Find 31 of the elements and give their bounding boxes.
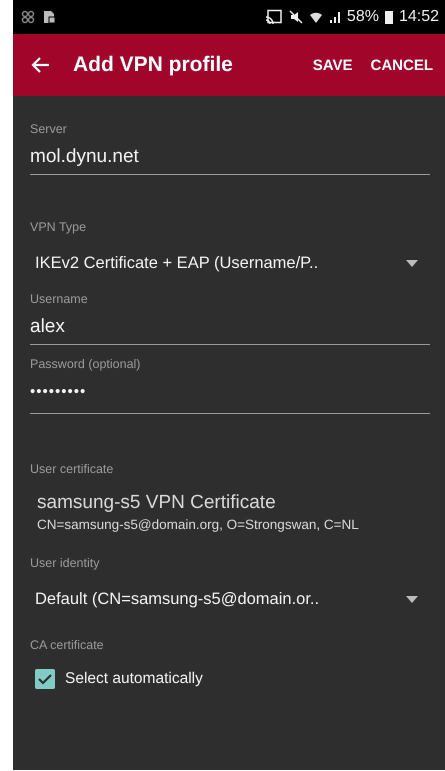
battery-icon [384,10,393,24]
notification-icon [21,10,35,24]
field-label: Password (optional) [30,357,142,373]
field-label: CA certificate [30,638,105,654]
input-field[interactable]: alex [30,310,430,345]
input-field[interactable]: ••••••••• [30,375,430,414]
back-arrow-icon[interactable] [31,55,51,75]
field-label: VPN Type [30,220,88,236]
field-label: Server [30,122,68,138]
field-label: Username [30,292,89,308]
dropdown[interactable]: IKEv2 Certificate + EAP (Username/P.. [30,238,430,288]
dropdown-caret-icon [406,596,418,602]
battery-percent: 58% [346,8,379,26]
field-label: User identity [30,556,100,572]
wifi-icon [308,10,323,24]
action-button[interactable]: SAVE [306,50,358,80]
clock: 14:52 [398,8,439,26]
mute-icon [288,10,303,24]
field-label: User certificate [30,462,114,478]
cast-icon [264,9,283,25]
screen-title: Add VPN profile [73,53,234,77]
checkbox-label[interactable]: Select automatically [65,670,203,688]
action-button[interactable]: CANCEL [364,50,439,80]
checkbox[interactable] [34,668,56,690]
certificate-name[interactable]: samsung-s5 VPN Certificate [37,492,430,514]
certificate-details: CN=samsung-s5@domain.org, O=Strongswan, C=NL [37,516,360,534]
input-field[interactable]: mol.dynu.net [30,140,430,175]
dropdown[interactable]: Default (CN=samsung-s5@domain.or.. [30,574,430,624]
dropdown-caret-icon [406,260,418,266]
signal-icon [328,10,341,24]
sd-card-icon [41,9,57,25]
